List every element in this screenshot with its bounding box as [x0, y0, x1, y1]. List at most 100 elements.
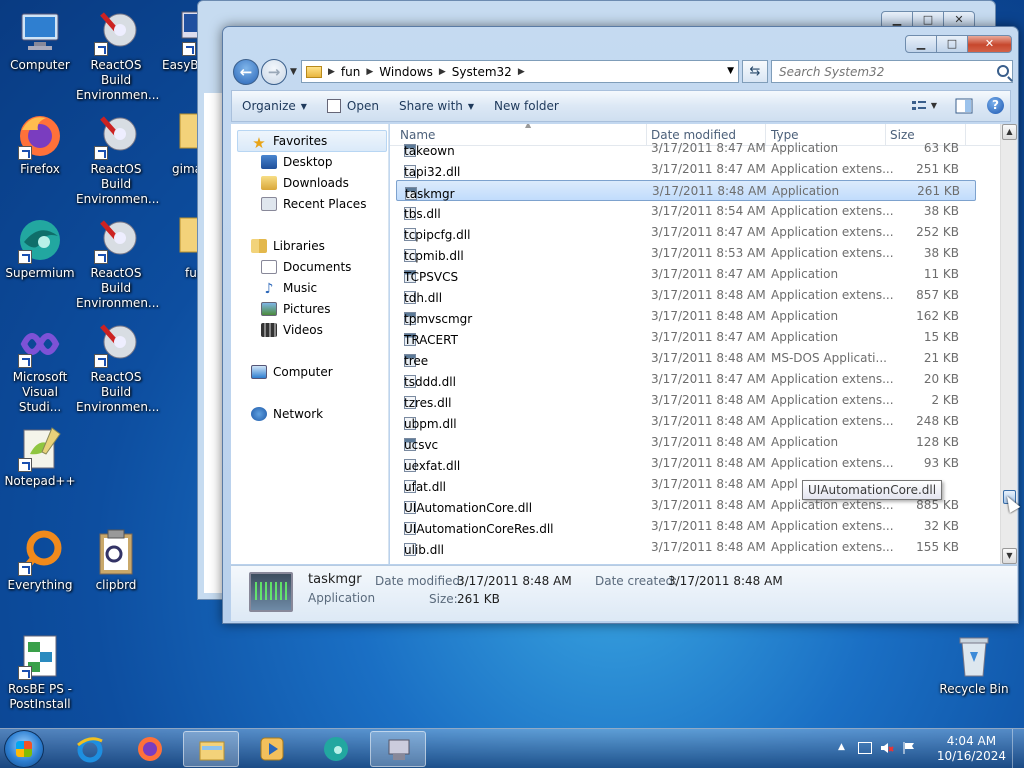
nav-item-desktop[interactable]: Desktop [261, 152, 333, 172]
action-center-flag-icon[interactable] [902, 742, 916, 754]
clock[interactable]: 4:04 AM 10/16/2024 [937, 734, 1006, 764]
file-row[interactable]: tsddd.dll 3/17/2011 8:47 AM Application ex… [396, 369, 976, 390]
breadcrumb-fun[interactable]: fun [341, 65, 360, 79]
file-row[interactable]: tcpipcfg.dll 3/17/2011 8:47 AM Application… [396, 222, 976, 243]
file-name: tzres.dll [404, 396, 452, 410]
breadcrumb-windows[interactable]: Windows [379, 65, 433, 79]
nav-item-libraries[interactable]: Libraries [251, 236, 325, 256]
file-row[interactable]: ubpm.dll 3/17/2011 8:48 AM Application ext… [396, 411, 976, 432]
details-file-type: Application [308, 591, 376, 605]
chevron-right-icon[interactable]: ▶ [366, 67, 373, 77]
forward-button[interactable]: → [261, 59, 287, 85]
navigation-bar: ← → ▼ ▶ fun ▶ Windows ▶ System32 ▶ ▼ ⇆ [231, 57, 1013, 87]
nav-item-downloads[interactable]: Downloads [261, 173, 349, 193]
refresh-button[interactable]: ⇆ [742, 60, 768, 83]
show-hidden-icons-icon[interactable]: ▲ [838, 742, 852, 754]
desktop-icon-reactos-build-1[interactable]: ReactOS Build Environmen... [76, 8, 160, 103]
share-with-label: Share with [398, 99, 463, 113]
file-row[interactable]: TRACERT 3/17/2011 8:47 AM Application 15 KB [396, 327, 976, 348]
file-row[interactable]: tree 3/17/2011 8:48 AM MS-DOS Applicati...… [396, 348, 976, 369]
scroll-up-button[interactable]: ▲ [1002, 124, 1017, 140]
scroll-down-button[interactable]: ▼ [1002, 548, 1017, 564]
nav-item-network[interactable]: Network [251, 404, 323, 424]
start-button[interactable] [4, 730, 44, 768]
nav-item-favorites[interactable]: ★ Favorites [251, 131, 327, 152]
minimize-button[interactable]: ▁ [905, 35, 937, 53]
file-row[interactable]: taskmgr 3/17/2011 8:48 AM Application 261 K… [396, 180, 976, 201]
search-input[interactable] [771, 60, 1013, 83]
file-row[interactable]: UIAutomationCoreRes.dll 3/17/2011 8:48 AM… [396, 516, 976, 537]
nav-item-videos[interactable]: Videos [261, 320, 323, 340]
file-row[interactable]: ucsvc 3/17/2011 8:48 AM Application 128 KB [396, 432, 976, 453]
recent-pages-dropdown[interactable]: ▼ [290, 67, 297, 77]
maximize-button[interactable]: □ [936, 35, 968, 53]
file-row[interactable]: tdh.dll 3/17/2011 8:48 AM Application exte… [396, 285, 976, 306]
volume-muted-icon[interactable] [880, 742, 894, 754]
desktop-icon-supermium[interactable]: Supermium [0, 216, 80, 281]
file-row[interactable]: uexfat.dll 3/17/2011 8:48 AM Application e… [396, 453, 976, 474]
new-folder-button[interactable]: New folder [484, 91, 569, 121]
file-row[interactable]: tpmvscmgr 3/17/2011 8:48 AM Application 162… [396, 306, 976, 327]
file-row[interactable]: tzres.dll 3/17/2011 8:48 AM Application ex… [396, 390, 976, 411]
nav-item-documents[interactable]: Documents [261, 257, 351, 277]
file-size: 251 KB [916, 162, 959, 176]
back-button[interactable]: ← [233, 59, 259, 85]
file-type: Application extens... [771, 519, 894, 533]
desktop-icon-reactos-build-4[interactable]: ReactOS Build Environmen... [76, 320, 159, 415]
search-icon[interactable] [997, 65, 1009, 77]
taskbar-task-manager[interactable] [370, 731, 426, 767]
address-dropdown-icon[interactable]: ▼ [727, 66, 734, 76]
nav-item-music[interactable]: ♪ Music [261, 278, 318, 298]
network-status-icon[interactable] [858, 742, 872, 754]
file-size: 38 KB [923, 246, 959, 260]
help-button[interactable]: ? [987, 97, 1004, 114]
nav-item-computer[interactable]: Computer [251, 362, 333, 382]
file-row[interactable]: tbs.dll 3/17/2011 8:54 AM Application exte… [396, 201, 976, 222]
desktop-icon-recycle-bin[interactable]: Recycle Bin [934, 632, 1014, 697]
chevron-right-icon[interactable]: ▶ [518, 67, 525, 77]
desktop-icon-visual-studio[interactable]: Microsoft Visual Studi... [0, 320, 80, 415]
nav-label: Computer [273, 365, 333, 379]
view-dropdown-icon[interactable]: ▼ [931, 101, 937, 110]
taskbar-internet-explorer[interactable] [62, 731, 118, 767]
chevron-right-icon[interactable]: ▶ [328, 67, 335, 77]
file-size: 155 KB [916, 540, 959, 554]
desktop-icon-label: ReactOS Build Environmen... [76, 58, 160, 102]
file-size: 162 KB [916, 309, 959, 323]
file-row[interactable]: ulib.dll 3/17/2011 8:48 AM Application ext… [396, 537, 976, 558]
desktop-icon-reactos-build-2[interactable]: ReactOS Build Environmen... [76, 112, 159, 207]
address-bar[interactable]: ▶ fun ▶ Windows ▶ System32 ▶ ▼ [301, 60, 739, 83]
file-size: 93 KB [923, 456, 959, 470]
file-row[interactable]: tapi32.dll 3/17/2011 8:47 AM Application e… [396, 159, 976, 180]
preview-pane-icon[interactable] [955, 98, 973, 114]
desktop-icon-computer[interactable]: Computer [0, 8, 80, 73]
desktop-icon-reactos-build-3[interactable]: ReactOS Build Environmen... [76, 216, 159, 311]
desktop-icon-everything[interactable]: Everything [0, 528, 80, 593]
nav-item-recent-places[interactable]: Recent Places [261, 194, 366, 214]
nav-item-pictures[interactable]: Pictures [261, 299, 331, 319]
share-with-button[interactable]: Share with ▼ [389, 91, 484, 121]
nav-label: Videos [283, 323, 323, 337]
open-button[interactable]: Open [317, 91, 389, 121]
breadcrumb-system32[interactable]: System32 [452, 65, 512, 79]
taskbar-firefox[interactable] [122, 731, 178, 767]
taskbar-windows-explorer[interactable] [183, 731, 239, 767]
desktop-icon-firefox[interactable]: Firefox [0, 112, 80, 177]
taskbar-supermium[interactable] [308, 731, 364, 767]
chevron-right-icon[interactable]: ▶ [439, 67, 446, 77]
desktop-icon-rosbe-postinstall[interactable]: RosBE PS - PostInstall [0, 632, 80, 712]
desktop-icon-label: Computer [10, 58, 70, 72]
taskbar-media-player[interactable] [244, 731, 300, 767]
pictures-icon [261, 302, 277, 316]
change-view-icon[interactable] [911, 98, 929, 114]
show-desktop-button[interactable] [1012, 729, 1024, 768]
close-button[interactable]: ✕ [967, 35, 1012, 53]
organize-button[interactable]: Organize ▼ [232, 91, 317, 121]
desktop-icon-notepadpp[interactable]: Notepad++ [0, 424, 80, 489]
file-row[interactable]: tcpmib.dll 3/17/2011 8:53 AM Application e… [396, 243, 976, 264]
explorer-window-system32[interactable]: ▁ □ ✕ ← → ▼ ▶ fun ▶ Windows ▶ System32 ▶… [222, 26, 1019, 624]
file-row[interactable]: takeown 3/17/2011 8:47 AM Application 63 KB [396, 138, 976, 159]
file-row[interactable]: TCPSVCS 3/17/2011 8:47 AM Application 11 KB [396, 264, 976, 285]
file-size: 38 KB [923, 204, 959, 218]
desktop-icon-clipbrd[interactable]: clipbrd [76, 528, 156, 593]
